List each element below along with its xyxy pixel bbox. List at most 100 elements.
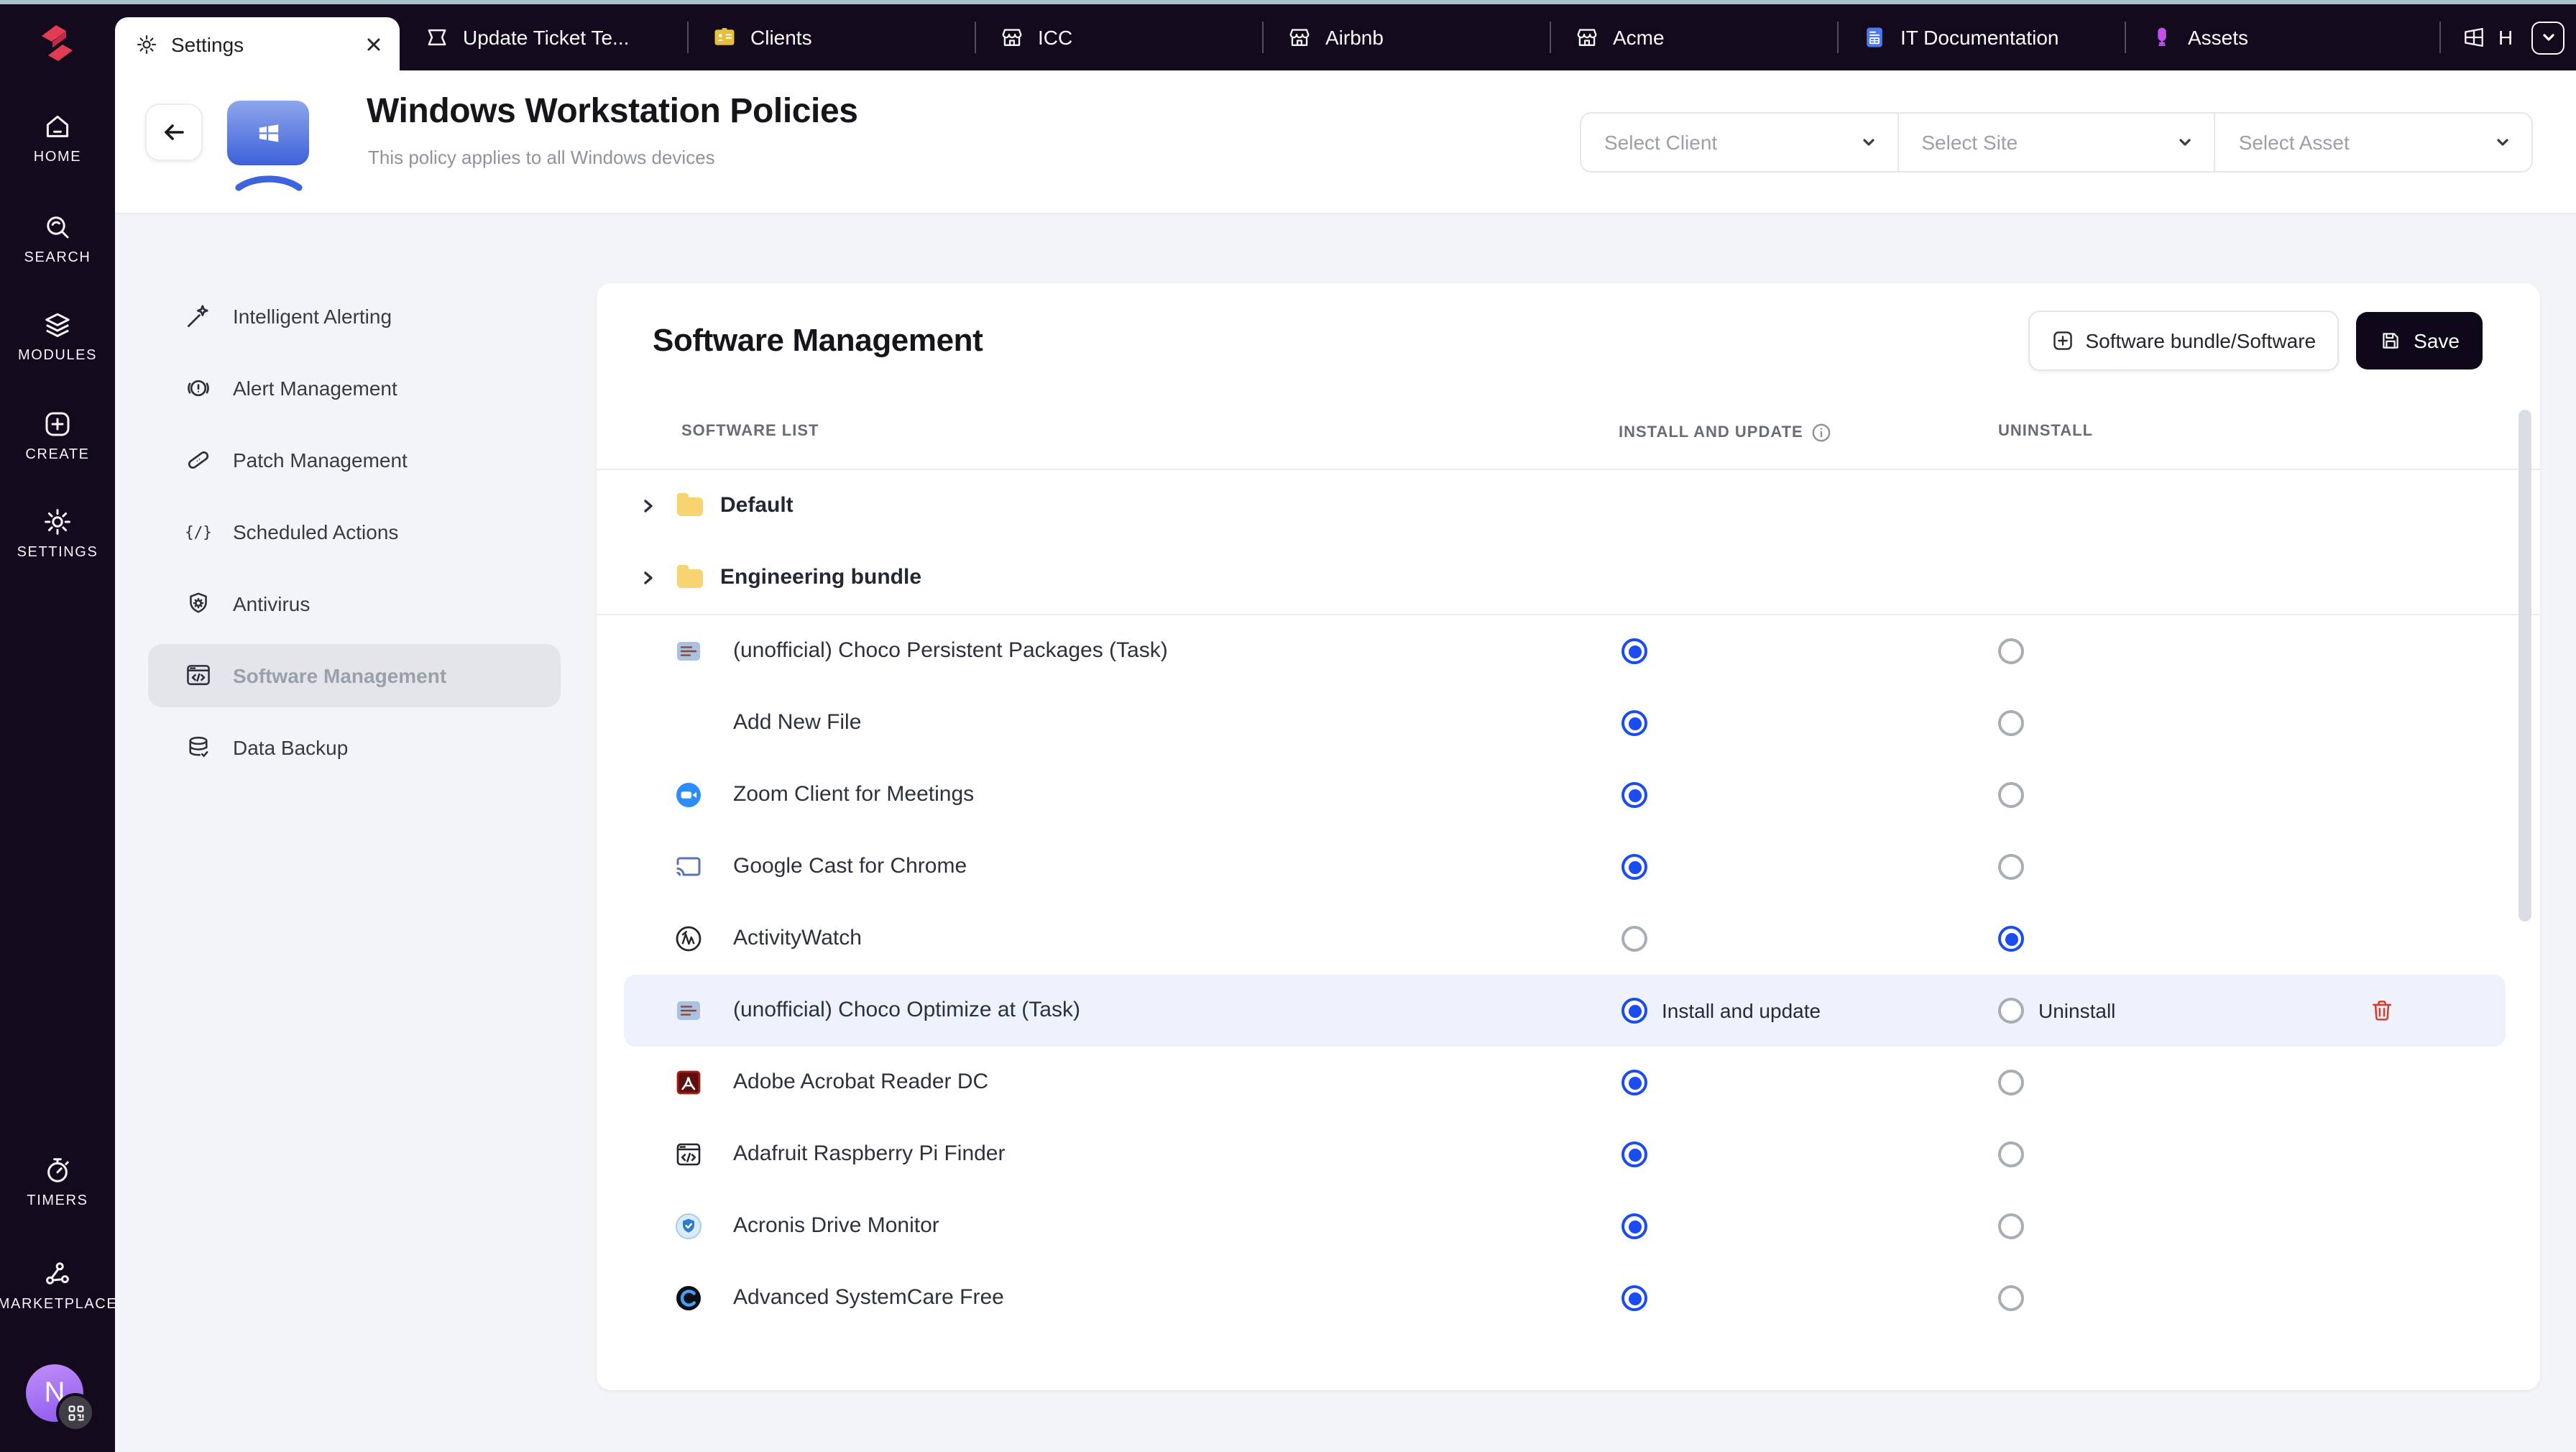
sidebar-item-marketplace[interactable]: MARKETPLACE — [0, 1258, 116, 1313]
select-asset-dropdown[interactable]: Select Asset — [2214, 114, 2531, 171]
no-icon — [674, 709, 703, 738]
systemcare-icon — [674, 1284, 703, 1313]
acronis-icon — [674, 1212, 703, 1241]
add-software-bundle-button[interactable]: Software bundle/Software — [2028, 311, 2340, 371]
nav-item-patch-management[interactable]: Patch Management — [148, 424, 561, 496]
nav-item-alert-management[interactable]: Alert Management — [148, 352, 561, 424]
software-name: Google Cast for Chrome — [733, 854, 967, 878]
sidebar-item-create[interactable]: CREATE — [0, 408, 115, 463]
tab-assets[interactable]: Assets — [2125, 4, 2412, 70]
uninstall-radio[interactable] — [1998, 926, 2024, 952]
nav-item-antivirus[interactable]: Antivirus — [148, 568, 561, 640]
swoosh-icon — [235, 175, 303, 191]
tab-airbnb[interactable]: Airbnb — [1262, 4, 1550, 70]
home-icon — [42, 111, 73, 142]
tab-label: ICC — [1038, 26, 1073, 49]
install-radio[interactable] — [1622, 998, 1647, 1024]
select-placeholder: Select Client — [1604, 131, 1718, 154]
close-icon[interactable] — [365, 35, 382, 52]
install-radio[interactable] — [1622, 854, 1647, 880]
uninstall-radio[interactable] — [1998, 1070, 2024, 1095]
folder-row-engineering-bundle[interactable]: Engineering bundle — [597, 542, 2540, 614]
select-site-dropdown[interactable]: Select Site — [1897, 114, 2214, 171]
table-row: (unofficial) Choco Optimize at (Task) In… — [597, 975, 2540, 1047]
arrow-left-icon — [160, 118, 188, 147]
software-name: Zoom Client for Meetings — [733, 782, 975, 807]
table-row: Advanced SystemCare Free — [597, 1262, 2540, 1334]
save-icon — [2379, 329, 2402, 352]
bandage-icon — [184, 446, 213, 474]
chevron-right-icon[interactable] — [641, 571, 656, 585]
nav-item-software-management[interactable]: Software Management — [148, 644, 561, 707]
button-label: Software bundle/Software — [2085, 329, 2317, 352]
sidebar-item-search[interactable]: SEARCH — [0, 211, 115, 266]
install-radio[interactable] — [1622, 638, 1647, 664]
install-radio[interactable] — [1622, 926, 1647, 952]
software-name: Adobe Acrobat Reader DC — [733, 1070, 989, 1094]
tab-overflow-area: H — [2439, 4, 2576, 70]
install-radio[interactable] — [1622, 1285, 1647, 1311]
tab-settings[interactable]: Settings — [115, 17, 400, 70]
nav-item-intelligent-alerting[interactable]: Intelligent Alerting — [148, 280, 561, 352]
activitywatch-icon — [674, 924, 703, 953]
tab-label: Clients — [750, 26, 812, 49]
ticket-icon — [424, 24, 450, 50]
scrollbar-thumb[interactable] — [2518, 410, 2531, 922]
nav-item-data-backup[interactable]: Data Backup — [148, 712, 561, 784]
table-header: SOFTWARE LIST INSTALL AND UPDATE UNINSTA… — [597, 398, 2540, 470]
save-button[interactable]: Save — [2356, 312, 2483, 369]
uninstall-radio[interactable] — [1998, 1141, 2024, 1167]
trash-icon[interactable] — [2369, 998, 2395, 1024]
tab-it-documentation[interactable]: IT Documentation — [1837, 4, 2125, 70]
back-button[interactable] — [145, 104, 203, 161]
magic-wand-icon — [184, 302, 213, 331]
button-label: Save — [2414, 329, 2460, 352]
uninstall-radio[interactable] — [1998, 638, 2024, 664]
install-radio[interactable] — [1622, 1141, 1647, 1167]
tab-icc[interactable]: ICC — [975, 4, 1262, 70]
table-row: Adafruit Raspberry Pi Finder — [597, 1118, 2540, 1190]
truncated-tab-label[interactable]: H — [2498, 26, 2513, 49]
folder-icon — [677, 565, 703, 588]
choco-icon — [674, 637, 703, 666]
column-uninstall: UNINSTALL — [1998, 423, 2094, 440]
software-name: Add New File — [733, 710, 862, 735]
tab-update-ticket[interactable]: Update Ticket Te... — [400, 4, 687, 70]
uninstall-radio[interactable] — [1998, 1285, 2024, 1311]
uninstall-radio[interactable] — [1998, 710, 2024, 736]
install-radio[interactable] — [1622, 782, 1647, 808]
tab-clients[interactable]: Clients — [687, 4, 975, 70]
page-header: Windows Workstation Policies This policy… — [115, 70, 2576, 214]
install-radio[interactable] — [1622, 1070, 1647, 1095]
folder-name: Default — [720, 493, 794, 518]
qr-badge[interactable] — [56, 1393, 95, 1432]
install-radio[interactable] — [1622, 1213, 1647, 1239]
layers-icon — [42, 309, 73, 341]
nav-item-label: Scheduled Actions — [233, 520, 399, 543]
assets-icon — [2149, 24, 2175, 50]
app-window: HOME SEARCH MODULES CREATE SETTINGS TIME… — [0, 0, 2576, 1452]
uninstall-radio[interactable] — [1998, 998, 2024, 1024]
info-icon[interactable] — [1812, 423, 1832, 443]
windows-grid-icon[interactable] — [2461, 24, 2487, 50]
folder-row-default[interactable]: Default — [597, 470, 2540, 542]
document-icon — [1862, 24, 1887, 50]
tab-acme[interactable]: Acme — [1550, 4, 1837, 70]
uninstall-radio[interactable] — [1998, 1213, 2024, 1239]
tab-list-button[interactable] — [2531, 21, 2564, 54]
nav-item-label: Antivirus — [233, 592, 310, 615]
storefront-icon — [1287, 24, 1312, 50]
nav-item-label: Intelligent Alerting — [233, 305, 392, 328]
sidebar-item-modules[interactable]: MODULES — [0, 309, 115, 364]
chevron-right-icon[interactable] — [641, 499, 656, 513]
uninstall-radio[interactable] — [1998, 854, 2024, 880]
sidebar-item-settings[interactable]: SETTINGS — [0, 506, 115, 561]
sidebar-item-home[interactable]: HOME — [0, 111, 115, 165]
select-client-dropdown[interactable]: Select Client — [1581, 114, 1897, 171]
install-radio[interactable] — [1622, 710, 1647, 736]
nav-item-scheduled-actions[interactable]: Scheduled Actions — [148, 496, 561, 568]
sidebar-item-timers[interactable]: TIMERS — [0, 1154, 115, 1209]
adobe-icon — [674, 1068, 703, 1097]
adafruit-icon — [674, 1140, 703, 1169]
uninstall-radio[interactable] — [1998, 782, 2024, 808]
